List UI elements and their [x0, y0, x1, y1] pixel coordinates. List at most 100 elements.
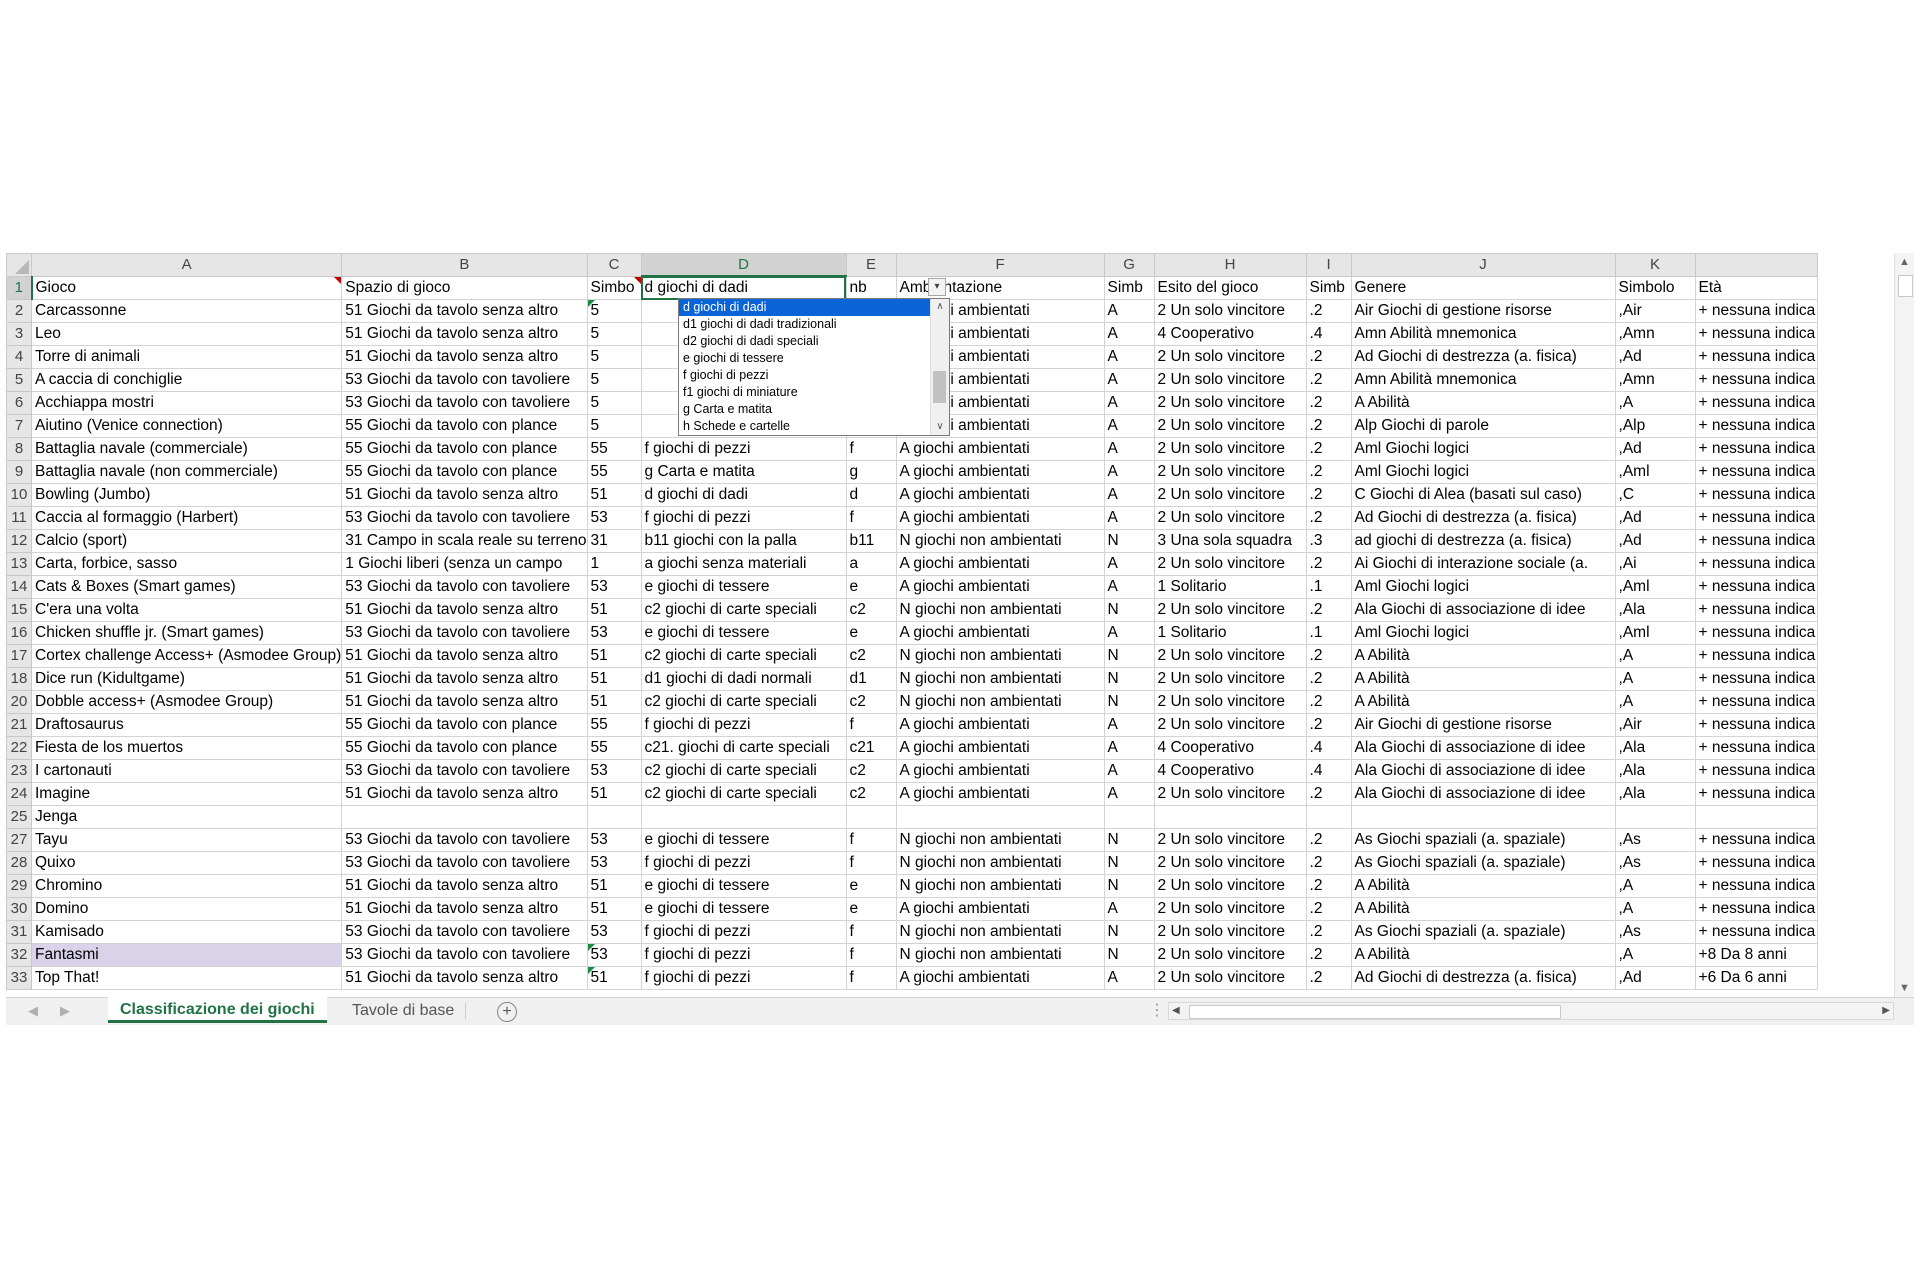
- cell[interactable]: Domino: [30, 897, 343, 921]
- cell[interactable]: Ai Giochi di interazione sociale (a.: [1350, 552, 1616, 576]
- cell[interactable]: Air Giochi di gestione risorse: [1350, 713, 1616, 737]
- cell[interactable]: Amn Abilità mnemonica: [1350, 322, 1616, 346]
- cell[interactable]: 51 Giochi da tavolo senza altro: [341, 897, 588, 921]
- cell[interactable]: A: [1103, 713, 1155, 737]
- row-header[interactable]: 13: [6, 552, 32, 576]
- cell[interactable]: f: [845, 943, 897, 967]
- cell[interactable]: f: [845, 851, 897, 875]
- cell[interactable]: Simb: [1305, 275, 1352, 300]
- cell[interactable]: Battaglia navale (commerciale): [30, 437, 343, 461]
- row-header[interactable]: 9: [6, 460, 32, 484]
- cell[interactable]: N giochi non ambientati: [895, 920, 1105, 944]
- cell[interactable]: Aml Giochi logici: [1350, 575, 1616, 599]
- cell[interactable]: ,Aml: [1614, 575, 1696, 599]
- cell[interactable]: A giochi ambientati: [895, 713, 1105, 737]
- cell[interactable]: Aml Giochi logici: [1350, 437, 1616, 461]
- cell[interactable]: 2 Un solo vincitore: [1153, 920, 1307, 944]
- cell[interactable]: 51 Giochi da tavolo senza altro: [341, 966, 588, 990]
- cell[interactable]: As Giochi spaziali (a. spaziale): [1350, 851, 1616, 875]
- cell[interactable]: N: [1103, 828, 1155, 852]
- arrow-down-icon[interactable]: ▼: [1895, 979, 1914, 997]
- cell[interactable]: d1 giochi di dadi normali: [640, 667, 847, 691]
- cell[interactable]: [895, 805, 1105, 829]
- row-header[interactable]: 1: [6, 275, 33, 300]
- cell[interactable]: [1694, 805, 1818, 829]
- cell[interactable]: ,Aml: [1614, 621, 1696, 645]
- cell[interactable]: .4: [1305, 322, 1352, 346]
- cell[interactable]: Acchiappa mostri: [30, 391, 343, 415]
- cell[interactable]: Ad Giochi di destrezza (a. fisica): [1350, 506, 1616, 530]
- cell[interactable]: Quixo: [30, 851, 343, 875]
- cell[interactable]: + nessuna indica: [1694, 874, 1818, 898]
- row-header[interactable]: 15: [6, 598, 32, 622]
- cell[interactable]: 53: [586, 621, 642, 645]
- column-header-i[interactable]: I: [1305, 253, 1352, 277]
- cell[interactable]: .3: [1305, 529, 1352, 553]
- row-header[interactable]: 24: [6, 782, 32, 806]
- row-header[interactable]: 5: [6, 368, 32, 392]
- cell[interactable]: A giochi ambientati: [895, 483, 1105, 507]
- cell[interactable]: Ala Giochi di associazione di idee: [1350, 782, 1616, 806]
- cell[interactable]: Aml Giochi logici: [1350, 621, 1616, 645]
- arrow-down-icon[interactable]: ∨: [931, 419, 949, 435]
- cell[interactable]: + nessuna indica: [1694, 851, 1818, 875]
- cell[interactable]: d1: [845, 667, 897, 691]
- cell[interactable]: Calcio (sport): [30, 529, 343, 553]
- cell[interactable]: 3 Una sola squadra: [1153, 529, 1307, 553]
- cell[interactable]: 5: [586, 414, 642, 438]
- cell[interactable]: A Abilità: [1350, 644, 1616, 668]
- cell[interactable]: 55 Giochi da tavolo con plance: [341, 460, 588, 484]
- cell[interactable]: 53 Giochi da tavolo con tavoliere: [341, 851, 588, 875]
- cell[interactable]: .2: [1305, 345, 1352, 369]
- cell[interactable]: 5: [586, 368, 642, 392]
- cell[interactable]: 1: [586, 552, 642, 576]
- cell[interactable]: A giochi ambientati: [895, 759, 1105, 783]
- cell[interactable]: 2 Un solo vincitore: [1153, 299, 1307, 323]
- cell[interactable]: 31 Campo in scala reale su terreno: [341, 529, 588, 553]
- cell[interactable]: 2 Un solo vincitore: [1153, 368, 1307, 392]
- cell[interactable]: + nessuna indica: [1694, 644, 1818, 668]
- cell[interactable]: + nessuna indica: [1694, 759, 1818, 783]
- cell[interactable]: Chromino: [30, 874, 343, 898]
- cell[interactable]: f giochi di pezzi: [640, 506, 847, 530]
- cell[interactable]: + nessuna indica: [1694, 391, 1818, 415]
- cell[interactable]: [1614, 805, 1696, 829]
- cell[interactable]: 53 Giochi da tavolo con tavoliere: [341, 943, 588, 967]
- cell[interactable]: f giochi di pezzi: [640, 437, 847, 461]
- cell[interactable]: 53 Giochi da tavolo con tavoliere: [341, 759, 588, 783]
- cell[interactable]: A: [1103, 345, 1155, 369]
- cell[interactable]: .2: [1305, 414, 1352, 438]
- select-all-corner[interactable]: [6, 253, 32, 277]
- horizontal-scrollbar[interactable]: ◀ ▶: [1168, 1002, 1894, 1020]
- cell[interactable]: A caccia di conchiglie: [30, 368, 343, 392]
- cell[interactable]: N giochi non ambientati: [895, 828, 1105, 852]
- cell[interactable]: .2: [1305, 552, 1352, 576]
- cell[interactable]: A: [1103, 966, 1155, 990]
- horizontal-scroll-thumb[interactable]: [1189, 1005, 1561, 1019]
- cell[interactable]: 2 Un solo vincitore: [1153, 897, 1307, 921]
- column-header-e[interactable]: E: [845, 253, 897, 277]
- dropdown-scroll-thumb[interactable]: [933, 371, 946, 403]
- cell[interactable]: 53: [586, 759, 642, 783]
- cell[interactable]: As Giochi spaziali (a. spaziale): [1350, 920, 1616, 944]
- cell[interactable]: .2: [1305, 713, 1352, 737]
- cell[interactable]: N giochi non ambientati: [895, 667, 1105, 691]
- cell[interactable]: e giochi di tessere: [640, 575, 847, 599]
- cell[interactable]: Età: [1694, 275, 1818, 300]
- cell[interactable]: a giochi senza materiali: [640, 552, 847, 576]
- row-header[interactable]: 16: [6, 621, 32, 645]
- cell[interactable]: 55 Giochi da tavolo con plance: [341, 414, 588, 438]
- cell[interactable]: N giochi non ambientati: [895, 690, 1105, 714]
- cell[interactable]: 51: [586, 690, 642, 714]
- cell[interactable]: I cartonauti: [30, 759, 343, 783]
- cell[interactable]: 2 Un solo vincitore: [1153, 966, 1307, 990]
- cell[interactable]: N: [1103, 943, 1155, 967]
- cell[interactable]: 53: [586, 575, 642, 599]
- cell[interactable]: + nessuna indica: [1694, 621, 1818, 645]
- cell[interactable]: 4 Cooperativo: [1153, 736, 1307, 760]
- cell[interactable]: ,A: [1614, 667, 1696, 691]
- cell[interactable]: .2: [1305, 437, 1352, 461]
- cell[interactable]: .2: [1305, 644, 1352, 668]
- cell[interactable]: + nessuna indica: [1694, 690, 1818, 714]
- cell[interactable]: N giochi non ambientati: [895, 874, 1105, 898]
